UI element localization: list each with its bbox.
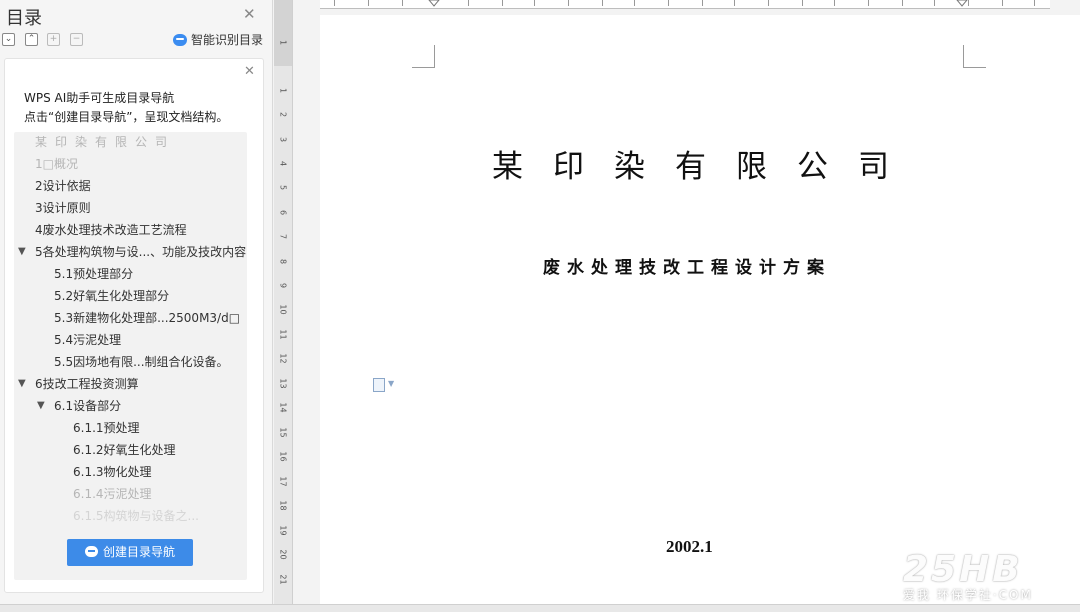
ruler-number: 20: [278, 549, 288, 560]
ruler-number: 10: [278, 304, 288, 315]
ruler-number: 16: [278, 451, 288, 462]
close-card-icon[interactable]: ✕: [244, 64, 255, 79]
chevron-down-icon[interactable]: ▼: [18, 374, 26, 394]
toc-sidebar: 目录 ✕ ⌄ ⌃ + − 智能识别目录 ✕ WPS AI助手可生成目录导航 点击…: [0, 0, 273, 611]
toc-item[interactable]: 3设计原则: [35, 198, 91, 218]
toc-item[interactable]: 6.1.4污泥处理: [73, 484, 152, 504]
smart-toc-button[interactable]: 智能识别目录: [173, 31, 263, 48]
toc-item[interactable]: 5.1预处理部分: [54, 264, 133, 284]
ruler-number: 9: [278, 282, 288, 289]
create-toc-button[interactable]: 创建目录导航: [67, 539, 193, 566]
expand-icon[interactable]: ⌃: [25, 33, 38, 46]
toc-item[interactable]: 6.1.3物化处理: [73, 462, 152, 482]
left-indent-marker[interactable]: [428, 0, 440, 9]
toc-list: 某印染有限公司 1□概况 2设计依据 3设计原则 4废水处理技术改造工艺流程 ▼…: [14, 132, 247, 580]
promote-icon[interactable]: +: [47, 33, 60, 46]
toc-item[interactable]: 6.1.1预处理: [73, 418, 140, 438]
collapse-icon[interactable]: ⌄: [2, 33, 15, 46]
ruler-number: 8: [278, 258, 288, 265]
document-page[interactable]: 某印染有限公司 废水处理技改工程设计方案 ▼ 2002.1: [320, 15, 1080, 604]
ruler-number: 11: [278, 329, 288, 340]
ai-assistant-icon: [173, 33, 187, 46]
ruler-number: 15: [278, 427, 288, 438]
toc-item[interactable]: 2设计依据: [35, 176, 91, 196]
ruler-number: 1: [278, 87, 288, 94]
chevron-down-icon[interactable]: ▼: [37, 396, 45, 416]
ruler-number: 12: [278, 353, 288, 364]
ruler-number: 18: [278, 500, 288, 511]
toc-item[interactable]: 6.1.5构筑物与设备之...: [73, 506, 199, 526]
watermark-site-text: 爱我 环保学社·COM: [903, 588, 1033, 602]
ruler-number: 19: [278, 525, 288, 536]
close-sidebar-icon[interactable]: ✕: [243, 5, 256, 23]
right-indent-marker[interactable]: [956, 0, 968, 9]
ruler-number: 21: [278, 574, 288, 585]
margin-corner-mark: [963, 45, 986, 68]
ruler-number: 4: [278, 160, 288, 167]
document-subtitle[interactable]: 废水处理技改工程设计方案: [543, 253, 831, 278]
toc-item[interactable]: 6.1设备部分: [54, 396, 121, 416]
tip-line-2: 点击“创建目录导航”，呈现文档结构。: [24, 110, 229, 124]
toc-item[interactable]: 4废水处理技术改造工艺流程: [35, 220, 187, 240]
margin-corner-mark: [412, 45, 435, 68]
ruler-number: 3: [278, 136, 288, 143]
ruler-number: 1: [278, 39, 288, 46]
ruler-number: 5: [278, 184, 288, 191]
sidebar-title: 目录: [6, 8, 42, 29]
toc-item[interactable]: 5各处理构筑物与设...、功能及技改内容: [35, 242, 246, 262]
document-date[interactable]: 2002.1: [666, 537, 713, 557]
toc-item[interactable]: 某印染有限公司: [35, 132, 175, 152]
horizontal-ruler: [320, 0, 1050, 9]
toc-item[interactable]: 5.2好氧生化处理部分: [54, 286, 169, 306]
toc-item[interactable]: 5.4污泥处理: [54, 330, 121, 350]
ruler-number: 14: [278, 402, 288, 413]
ruler-number: 7: [278, 233, 288, 240]
toc-item[interactable]: 5.5因场地有限...制组合化设备。: [54, 352, 229, 372]
site-watermark: 25HB 爱我 环保学社·COM: [903, 552, 1033, 603]
watermark-logo-text: 25HB: [903, 549, 1023, 590]
ai-toc-card: ✕ WPS AI助手可生成目录导航 点击“创建目录导航”，呈现文档结构。 某印染…: [4, 58, 264, 593]
vertical-ruler: 1 1 2 3 4 5 6 7 8 9 10 11 12 13 14 15 16…: [274, 0, 293, 611]
create-toc-label: 创建目录导航: [102, 545, 175, 559]
chevron-down-icon[interactable]: ▼: [388, 379, 394, 388]
toc-item[interactable]: 5.3新建物化处理部...2500M3/d□: [54, 308, 240, 328]
paragraph-options-icon[interactable]: [373, 378, 385, 392]
sidebar-toolbar: ⌄ ⌃ + − 智能识别目录: [0, 33, 272, 49]
ai-assistant-icon: [84, 546, 98, 557]
ruler-margin-shade: [274, 0, 292, 66]
ruler-number: 13: [278, 378, 288, 389]
ruler-number: 6: [278, 209, 288, 216]
smart-toc-label: 智能识别目录: [191, 33, 264, 47]
toc-item[interactable]: 1□概况: [35, 154, 78, 174]
toc-item[interactable]: 6技改工程投资测算: [35, 374, 139, 394]
chevron-down-icon[interactable]: ▼: [18, 242, 26, 262]
ruler-number: 2: [278, 111, 288, 118]
tip-line-1: WPS AI助手可生成目录导航: [24, 91, 175, 105]
toc-item[interactable]: 6.1.2好氧生化处理: [73, 440, 176, 460]
document-title[interactable]: 某印染有限公司: [492, 141, 919, 186]
demote-icon[interactable]: −: [70, 33, 83, 46]
ruler-number: 17: [278, 476, 288, 487]
